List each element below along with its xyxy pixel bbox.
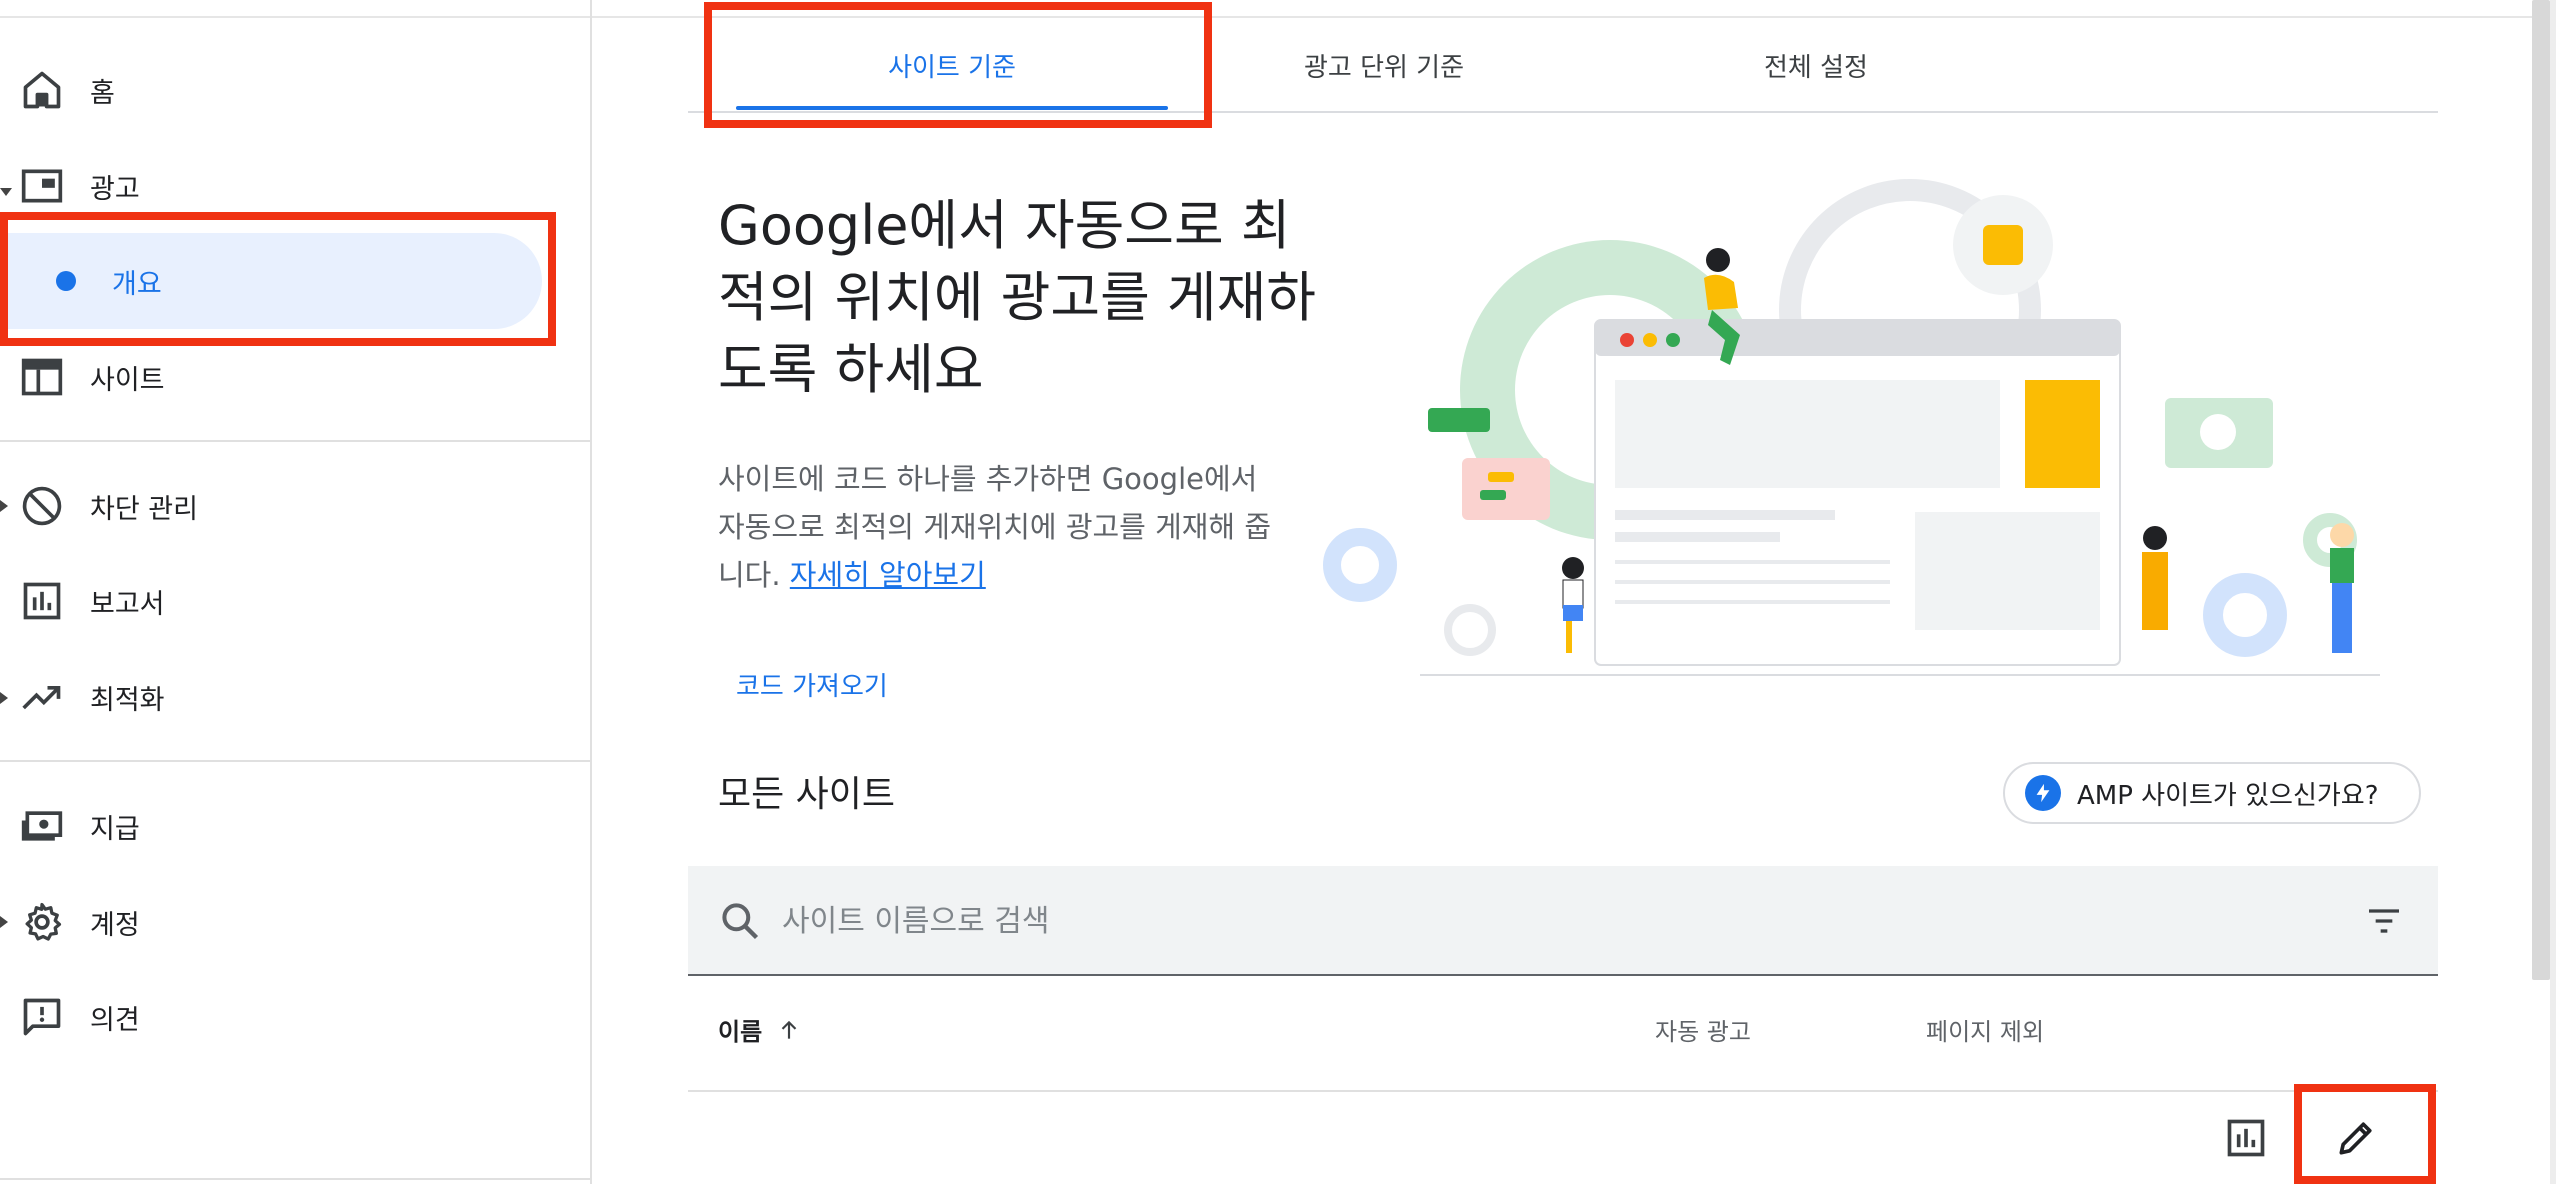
sidebar: 홈 광고 개요 사이트 차단 관리 보고서 최적화 지급 계정 의견	[0, 0, 592, 1184]
sidebar-item-label: 의견	[90, 1004, 140, 1036]
sidebar-item-label: 보고서	[90, 588, 165, 620]
trending-up-icon	[22, 686, 61, 710]
hero-title-line: 적의 위치에 광고를 게재하	[718, 266, 1316, 329]
gear-icon	[25, 902, 62, 941]
filter-icon[interactable]	[2364, 901, 2404, 941]
home-icon	[23, 71, 61, 109]
tab-global-settings[interactable]: 전체 설정	[1600, 20, 2032, 110]
hero-illustration	[1323, 179, 2380, 676]
sidebar-item-reports[interactable]: 보고서	[0, 553, 590, 649]
highlight-box-tab	[704, 2, 1212, 128]
gear-illustration	[1323, 528, 1397, 602]
hero-desc-line-3: 니다. 자세히 알아보기	[718, 551, 1318, 599]
sidebar-item-feedback[interactable]: 의견	[0, 969, 590, 1065]
ads-icon	[21, 169, 63, 203]
sidebar-item-label: 최적화	[90, 684, 165, 716]
get-code-button[interactable]: 코드 가져오기	[720, 656, 904, 712]
hero-desc-line: 사이트에 코드 하나를 추가하면 Google에서	[718, 462, 1258, 496]
amp-sites-button-label: AMP 사이트가 있으신가요?	[2077, 780, 2379, 811]
sidebar-item-blocking[interactable]: 차단 관리	[0, 458, 590, 554]
table-divider	[688, 1090, 2438, 1092]
scrollbar[interactable]	[2532, 0, 2550, 980]
sidebar-item-account[interactable]: 계정	[0, 874, 590, 970]
gear-illustration	[2203, 573, 2287, 657]
site-search-input[interactable]	[780, 892, 2184, 950]
sidebar-divider	[0, 760, 590, 762]
amp-sites-button[interactable]: AMP 사이트가 있으신가요?	[2003, 762, 2421, 824]
hero-description: 사이트에 코드 하나를 추가하면 Google에서 자동으로 최적의 게재위치에…	[718, 455, 1318, 599]
sidebar-item-payments[interactable]: 지급	[0, 778, 590, 874]
sites-icon	[21, 358, 63, 396]
feedback-icon	[23, 998, 61, 1036]
sort-arrow-up-icon	[781, 1020, 797, 1039]
hero-title-line: Google에서 자동으로 최	[718, 194, 1291, 257]
search-icon	[722, 903, 759, 940]
lightning-icon	[2025, 775, 2061, 811]
sidebar-item-label: 광고	[90, 173, 140, 205]
payments-icon	[21, 811, 63, 841]
sidebar-item-label: 사이트	[90, 364, 165, 396]
column-header-name[interactable]: 이름	[718, 1012, 802, 1047]
highlight-box-overview	[0, 212, 556, 346]
sidebar-divider	[0, 1178, 590, 1180]
learn-more-link[interactable]: 자세히 알아보기	[790, 558, 986, 592]
sidebar-item-optimization[interactable]: 최적화	[0, 649, 590, 745]
column-header-auto-ads[interactable]: 자동 광고	[1655, 1012, 1751, 1047]
sidebar-item-label: 차단 관리	[90, 493, 198, 525]
gear-illustration	[1444, 604, 1496, 656]
coins-icon	[1983, 225, 2023, 265]
report-icon[interactable]	[2224, 1116, 2268, 1160]
browser-window-illustration	[1594, 319, 2121, 666]
block-icon	[22, 486, 62, 526]
sidebar-item-home[interactable]: 홈	[0, 42, 590, 138]
column-header-page-exclusions[interactable]: 페이지 제외	[1926, 1012, 2044, 1047]
window-edge	[2550, 0, 2556, 1184]
sidebar-divider	[0, 440, 590, 442]
sidebar-item-label: 지급	[90, 813, 140, 845]
tab-ad-unit-based[interactable]: 광고 단위 기준	[1168, 20, 1600, 110]
sidebar-item-label: 계정	[90, 909, 140, 941]
hero-desc-line: 자동으로 최적의 게재위치에 광고를 게재해 줍	[718, 510, 1272, 544]
hero-title: Google에서 자동으로 최 적의 위치에 광고를 게재하 도록 하세요	[718, 190, 1338, 406]
sidebar-item-label: 홈	[90, 77, 115, 109]
reports-icon	[23, 582, 61, 620]
highlight-box-edit	[2294, 1084, 2436, 1184]
all-sites-title: 모든 사이트	[718, 774, 896, 815]
column-header-name-label: 이름	[718, 1018, 763, 1046]
search-bar	[688, 866, 2438, 976]
hero-title-line: 도록 하세요	[718, 338, 984, 401]
hero-desc-line: 니다.	[718, 558, 790, 592]
